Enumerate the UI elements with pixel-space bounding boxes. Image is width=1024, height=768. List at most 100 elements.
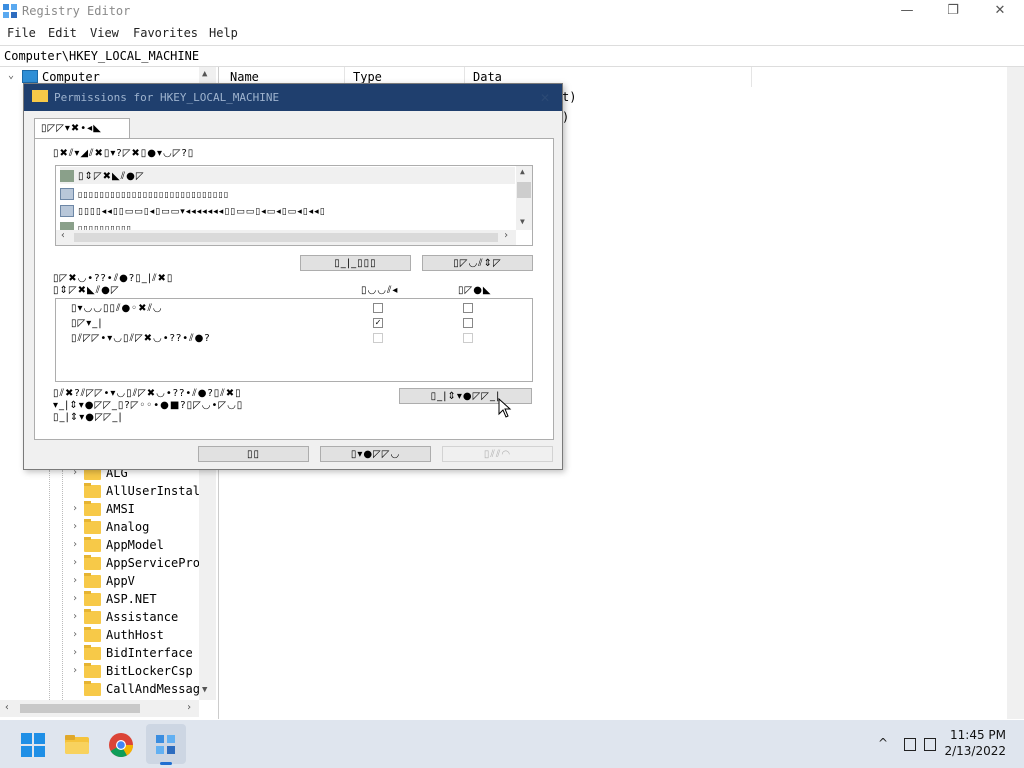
registry-editor-taskbar-icon[interactable] — [153, 732, 179, 758]
address-bar[interactable]: Computer\HKEY_LOCAL_MACHINE — [0, 45, 1024, 67]
chevron-right-icon[interactable]: › — [72, 572, 78, 590]
show-hidden-icons-icon[interactable]: ^ — [878, 736, 888, 750]
cancel-button[interactable]: ▯▾●◸◸◡ — [320, 446, 431, 462]
deny-checkbox[interactable] — [463, 303, 473, 313]
advanced-description: ▯_|⇕▾●◸◸_| — [53, 412, 123, 423]
expand-chevron-icon[interactable]: ⌄ — [8, 70, 14, 81]
folder-icon — [84, 573, 101, 588]
list-item[interactable]: ▯▯▯▯▯▯▯▯▯▯▯▯▯▯▯▯▯▯▯▯▯▯▯▯▯▯▯▯ — [60, 185, 515, 202]
chevron-right-icon[interactable]: › — [72, 500, 78, 518]
start-windows-icon[interactable] — [20, 732, 46, 758]
list-cell: ) — [562, 110, 570, 124]
allow-checkbox[interactable]: ✓ — [373, 318, 383, 328]
dialog-close-button[interactable]: ✕ — [532, 88, 558, 108]
deny-checkbox[interactable] — [463, 333, 473, 343]
chevron-right-icon[interactable]: › — [72, 518, 78, 536]
remove-button[interactable]: ▯◸◡⫽⇕◸ — [422, 255, 533, 271]
tree-item[interactable]: › AppV — [0, 572, 199, 590]
chevron-right-icon[interactable]: › — [72, 590, 78, 608]
scroll-thumb[interactable] — [74, 233, 498, 242]
folder-icon — [84, 609, 101, 624]
scroll-left-icon[interactable]: ‹ — [4, 702, 10, 713]
tree-item[interactable]: CallAndMessag — [0, 680, 199, 698]
dialog-title: Permissions for HKEY_LOCAL_MACHINE — [54, 91, 280, 104]
tree-item[interactable]: › ASP.NET — [0, 590, 199, 608]
chevron-right-icon[interactable]: › — [72, 554, 78, 572]
tree-item[interactable]: › AuthHost — [0, 626, 199, 644]
allow-checkbox[interactable] — [373, 333, 383, 343]
allow-header: ▯◡◡⫽◂ — [361, 285, 399, 296]
scroll-down-icon[interactable]: ▼ — [520, 217, 525, 226]
chevron-right-icon[interactable]: › — [72, 662, 78, 680]
chevron-right-icon[interactable]: › — [72, 626, 78, 644]
volume-icon[interactable] — [924, 738, 936, 751]
scroll-thumb[interactable] — [517, 182, 531, 198]
system-clock[interactable]: 11:45 PM 2/13/2022 — [944, 727, 1006, 759]
computer-icon — [60, 204, 74, 217]
apply-button[interactable]: ▯⫽⫽◠ — [442, 446, 553, 462]
file-explorer-icon[interactable] — [64, 732, 90, 758]
menu-favorites[interactable]: Favorites — [133, 26, 198, 40]
minimize-button[interactable]: — — [884, 0, 930, 23]
advanced-description: ▯⫽✖?⫽◸◸•▾◡▯⫽◸✖◡•??•⫽●?▯⫽✖▯ — [53, 388, 242, 399]
allow-checkbox[interactable] — [373, 303, 383, 313]
advanced-button[interactable]: ▯_|⇕▾●◸◸_| — [399, 388, 532, 404]
menu-file[interactable]: File — [7, 26, 36, 40]
menu-view[interactable]: View — [90, 26, 119, 40]
ok-button[interactable]: ▯▯ — [198, 446, 309, 462]
permissions-for-label: ▯◸✖◡•??•⫽●?▯_|⫽✖▯ — [53, 273, 174, 284]
users-horizontal-scrollbar[interactable]: ‹ › — [56, 230, 516, 245]
menu-bar: File Edit View Favorites Help — [0, 23, 1024, 44]
advanced-description: ▾_|⇕▾●◸◸_▯?◸◦◦•●■?▯◸◡•◸◡▯ — [53, 400, 244, 411]
title-bar: Registry Editor — ❐ ✕ — [0, 0, 1024, 23]
scroll-up-icon[interactable]: ▲ — [520, 167, 525, 176]
folder-icon — [84, 501, 101, 516]
tree-item[interactable]: › AppServicePro — [0, 554, 199, 572]
close-button[interactable]: ✕ — [977, 0, 1023, 23]
permissions-dialog: Permissions for HKEY_LOCAL_MACHINE ✕ ▯◸◸… — [23, 83, 563, 470]
tree-item[interactable]: › Analog — [0, 518, 199, 536]
chevron-right-icon[interactable]: › — [72, 644, 78, 662]
menu-help[interactable]: Help — [209, 26, 238, 40]
scroll-left-icon[interactable]: ‹ — [60, 230, 66, 241]
chrome-icon[interactable] — [108, 732, 134, 758]
tree-horizontal-scrollbar[interactable]: ‹ › — [0, 700, 199, 717]
chevron-right-icon[interactable]: › — [72, 536, 78, 554]
menu-edit[interactable]: Edit — [48, 26, 77, 40]
tree-item[interactable]: › AppModel — [0, 536, 199, 554]
deny-checkbox[interactable] — [463, 318, 473, 328]
list-item[interactable]: ▯⇕◸✖◣⫽●◸ — [60, 167, 515, 184]
user-group-icon — [60, 169, 74, 182]
users-listbox[interactable]: ▯⇕◸✖◣⫽●◸ ▯▯▯▯▯▯▯▯▯▯▯▯▯▯▯▯▯▯▯▯▯▯▯▯▯▯▯▯ ▯▯… — [55, 165, 533, 246]
users-vertical-scrollbar[interactable]: ▲ ▼ — [516, 166, 532, 230]
computer-icon — [22, 70, 38, 83]
tree-item[interactable]: › Assistance — [0, 608, 199, 626]
folder-icon — [84, 627, 101, 642]
registry-editor-icon — [3, 4, 17, 18]
folder-icon — [84, 645, 101, 660]
tree-item[interactable]: › BidInterface — [0, 644, 199, 662]
group-users-label: ▯✖⫽▾◢⫽✖▯▾?◸✖▯●▾◡◸?▯ — [53, 148, 195, 159]
tree-item[interactable]: › AMSI — [0, 500, 199, 518]
address-path: Computer\HKEY_LOCAL_MACHINE — [4, 49, 200, 63]
list-item[interactable]: ▯▯▯▯◂◂▯▯▭▭▯◂▯▭▭▾◂◂◂◂◂◂◂▯▯▭▭▯◂▭◂▯▭◂▯◂◂▯ — [60, 202, 515, 219]
network-icon[interactable] — [904, 738, 916, 751]
add-button[interactable]: ▯_|_▯▯▯ — [300, 255, 411, 271]
list-vertical-scrollbar[interactable] — [1007, 67, 1024, 719]
folder-icon — [84, 591, 101, 606]
scroll-down-icon[interactable]: ▼ — [202, 685, 207, 695]
chevron-right-icon[interactable]: › — [72, 608, 78, 626]
tree-root-computer[interactable]: Computer — [42, 70, 100, 84]
tab-security[interactable]: ▯◸◸▾✖•◂◣ — [34, 118, 130, 139]
scroll-right-icon[interactable]: › — [503, 230, 509, 241]
tree-item[interactable]: AllUserInstal — [0, 482, 200, 500]
maximize-button[interactable]: ❐ — [930, 0, 976, 23]
scroll-up-icon[interactable]: ▲ — [202, 69, 207, 79]
clock-date: 2/13/2022 — [944, 744, 1006, 758]
permissions-listbox: ▯▾◡◡▯▯⫽●◦✖⫽◡ ▯◸▾_| ✓ ▯⫽◸◸•▾◡▯⫽◸✖◡•??•⫽●? — [55, 298, 533, 382]
scroll-right-icon[interactable]: › — [186, 702, 192, 713]
dialog-title-bar: Permissions for HKEY_LOCAL_MACHINE ✕ — [24, 84, 562, 111]
tree-item[interactable]: › BitLockerCsp — [0, 662, 199, 680]
scroll-thumb[interactable] — [20, 704, 140, 713]
permission-label: ▯⫽◸◸•▾◡▯⫽◸✖◡•??•⫽●? — [71, 333, 211, 344]
